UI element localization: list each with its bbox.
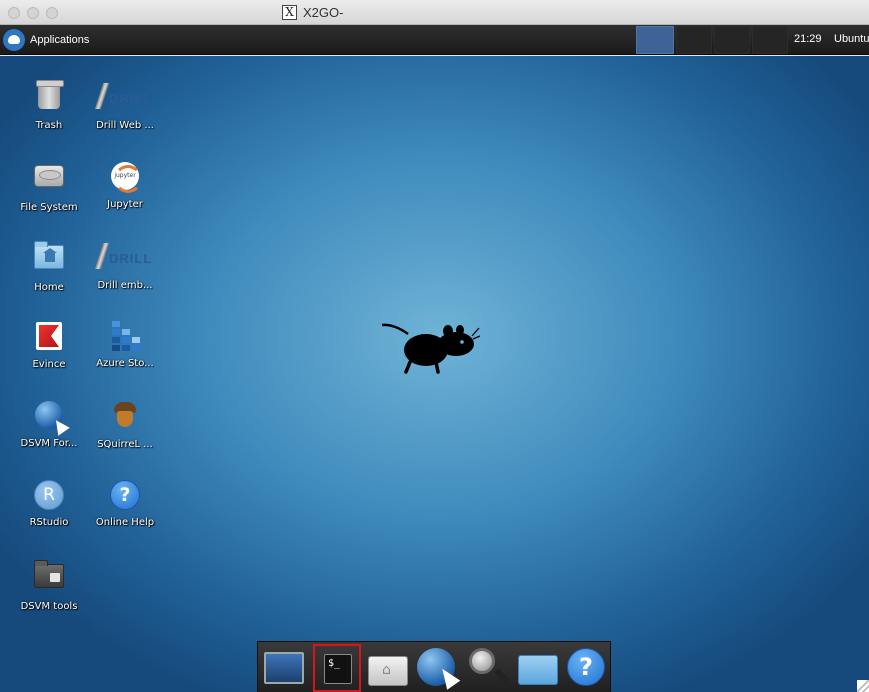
drill-logo-text: DRILL <box>109 251 153 266</box>
desktop-icon-label: Trash <box>35 120 63 131</box>
trash-icon <box>36 80 64 109</box>
xfce-mouse-logo-icon <box>3 29 25 51</box>
desktop-icon-online-help[interactable]: ? Online Help <box>87 479 163 528</box>
workspace-3-button[interactable] <box>714 26 750 54</box>
close-window-button[interactable] <box>8 7 20 19</box>
jupyter-logo-text: jupyter <box>114 172 136 179</box>
desktop-icon-jupyter[interactable]: jupyter Jupyter <box>87 160 163 210</box>
desktop-icon-label: File System <box>20 202 78 213</box>
desktop-icon-label: Drill emb... <box>97 280 153 291</box>
window-title: X X2GO- <box>282 4 343 21</box>
hard-drive-icon <box>34 165 64 187</box>
drill-logo-text: DRILL <box>109 91 153 106</box>
desktop-icon-dsvm-tools[interactable]: DSVM tools <box>11 559 87 612</box>
desktop-icon-label: Home <box>34 282 64 293</box>
desktop[interactable]: Trash File System Home Evince DSVM For..… <box>0 56 869 692</box>
desktop-icon-home[interactable]: Home <box>11 240 87 293</box>
applications-menu-button[interactable]: Applications <box>0 25 89 55</box>
top-panel: Applications 21:29 Ubuntu <box>0 25 869 55</box>
dock-web-browser-button[interactable] <box>413 644 461 692</box>
window-title-text: X2GO- <box>303 5 344 20</box>
dock-terminal-button[interactable]: $_ <box>313 644 361 692</box>
help-icon: ? <box>110 480 140 510</box>
home-folder-icon <box>368 656 408 686</box>
desktop-icon-drill-embedded[interactable]: DRILL Drill emb... <box>87 240 163 291</box>
help-icon: ? <box>567 648 605 686</box>
rstudio-icon: R <box>34 480 64 510</box>
desktop-screen-icon <box>264 652 304 684</box>
desktop-icon-label: SQuirreL ... <box>97 439 153 450</box>
bottom-dock: $_ ? <box>257 641 611 692</box>
panel-clock[interactable]: 21:29 <box>794 33 822 45</box>
dock-help-button[interactable]: ? <box>562 644 610 692</box>
workspace-1-button[interactable] <box>636 26 674 54</box>
dock-app-finder-button[interactable] <box>463 644 511 692</box>
dock-show-desktop-button[interactable] <box>260 644 308 692</box>
dock-file-manager-button[interactable] <box>514 644 562 692</box>
desktop-icon-label: Jupyter <box>107 199 143 210</box>
x-window-icon: X <box>282 5 297 20</box>
workspace-4-button[interactable] <box>752 26 788 54</box>
window-titlebar: X X2GO- <box>0 0 869 25</box>
desktop-icon-drill-web[interactable]: DRILL Drill Web ... <box>87 80 163 131</box>
desktop-icon-squirrel[interactable]: SQuirreL ... <box>87 399 163 450</box>
magnifier-icon <box>469 648 495 674</box>
desktop-icon-label: Online Help <box>95 517 155 528</box>
desktop-icon-file-system[interactable]: File System <box>11 160 87 213</box>
locked-folder-icon <box>34 560 64 588</box>
drill-icon: DRILL <box>94 83 155 109</box>
desktop-icon-evince[interactable]: Evince <box>11 320 87 370</box>
dock-home-folder-button[interactable] <box>364 644 412 692</box>
applications-menu-label: Applications <box>30 34 90 46</box>
workspace-2-button[interactable] <box>676 26 712 54</box>
squirrel-acorn-icon <box>114 402 136 428</box>
minimize-window-button[interactable] <box>27 7 39 19</box>
desktop-icon-label: Azure Sto... <box>96 358 154 369</box>
desktop-icon-rstudio[interactable]: R RStudio <box>11 479 87 528</box>
desktop-icon-trash[interactable]: Trash <box>11 80 87 131</box>
evince-icon <box>36 322 62 350</box>
xfce-mouse-icon <box>381 323 480 374</box>
desktop-icon-azure-storage[interactable]: Azure Sto... <box>87 320 163 369</box>
jupyter-icon: jupyter <box>111 162 142 193</box>
desktop-icon-label: Drill Web ... <box>96 120 154 131</box>
window-resize-grip[interactable] <box>857 680 869 692</box>
zoom-window-button[interactable] <box>46 7 58 19</box>
desktop-icon-dsvm-forum[interactable]: DSVM For... <box>11 399 87 449</box>
desktop-icon-label: Evince <box>32 359 66 370</box>
user-menu[interactable]: Ubuntu <box>834 33 869 45</box>
desktop-icon-label: RStudio <box>29 517 69 528</box>
folder-icon <box>518 655 558 685</box>
desktop-icon-label: DSVM For... <box>20 438 78 449</box>
web-browser-icon <box>35 401 63 429</box>
azure-storage-icon <box>110 321 140 351</box>
desktop-icon-label: DSVM tools <box>20 601 78 612</box>
terminal-icon: $_ <box>324 654 352 684</box>
web-browser-icon <box>417 648 455 686</box>
home-folder-icon <box>34 241 64 269</box>
drill-icon: DRILL <box>94 243 155 269</box>
